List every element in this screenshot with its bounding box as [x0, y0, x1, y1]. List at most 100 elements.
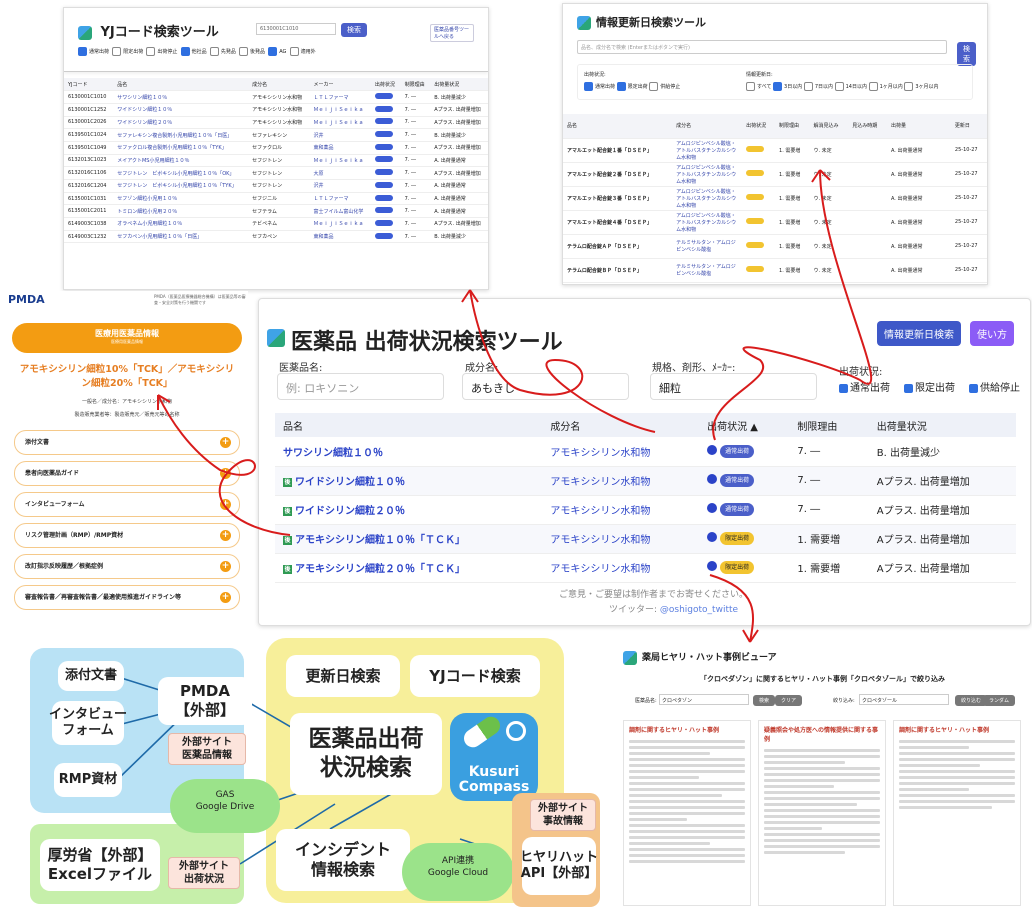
- status-pill: [374, 118, 393, 125]
- yj-filter-option[interactable]: 適用外: [289, 47, 316, 56]
- yj-filter-option[interactable]: AG: [268, 47, 286, 56]
- hy-drug-input[interactable]: クロペタゾン: [659, 693, 749, 705]
- twitter-link[interactable]: @oshigoto_twitte: [660, 605, 738, 615]
- hy-title: 薬局ヒヤリ・ハット事例ビューア: [642, 653, 777, 663]
- cloud-gas-label: GAS Google Drive: [195, 790, 255, 812]
- plus-icon: +: [220, 561, 231, 572]
- help-button[interactable]: 使い方: [970, 321, 1014, 346]
- table-row[interactable]: 6135001C1031 セフゾン細粒小児用１０％ セフジニル ＬＴＬファーマ 7. ―…: [64, 192, 488, 206]
- table-row[interactable]: 6135001C2011 トミロン細粒小児用２０％ セフテラム 富士フイルム富山化学 7…: [64, 204, 488, 219]
- ingredient-input[interactable]: あもきし: [462, 373, 629, 400]
- hiyari-viewer-window: 薬局ヒヤリ・ハット事例ビューア 「クロペダゾン」に関するヒヤリ・ハット事例「クロ…: [617, 646, 1028, 908]
- hy-filter-input[interactable]: クロペタゾール: [859, 693, 949, 705]
- table-row[interactable]: 6130001C2026 ワイドシリン細粒２０％ アモキシシリン水和物 ＭｅｉｊｉＳｅ…: [64, 116, 488, 130]
- yj-switch-button[interactable]: 医薬品番号ツールへ戻る: [430, 24, 474, 42]
- table-row[interactable]: 6130001C1010 サワシリン細粒１０％ アモキシシリン水和物 ＬＴＬファーマ 7…: [64, 90, 488, 104]
- drug-name-link[interactable]: サワシリン細粒１０％: [283, 448, 383, 459]
- form-input[interactable]: 細粒: [650, 373, 817, 400]
- drug-name-link[interactable]: ワイドシリン細粒２０％: [295, 506, 405, 517]
- drug-name-link[interactable]: ワイドシリン細粒１０％: [295, 477, 405, 488]
- yj-search-input[interactable]: 6130001C1010: [256, 23, 336, 35]
- status-pill: [746, 194, 765, 200]
- status-checkbox-limited[interactable]: 限定出荷: [904, 379, 955, 394]
- update-search-button[interactable]: 情報更新日検索: [877, 321, 961, 346]
- status-pill: [374, 105, 393, 112]
- col-header-volume[interactable]: 出荷量状況: [868, 413, 1016, 437]
- status-checkbox-stopped[interactable]: 供給停止: [969, 379, 1020, 394]
- app-icon-name: Kusuri Compass: [458, 764, 530, 795]
- yj-filter-option[interactable]: 限定出荷: [112, 47, 143, 56]
- jk-search-input[interactable]: 品名、成分名で検索 (Enterまたはボタンで実行): [577, 40, 947, 54]
- yj-header: YJコード検索ツール 6130001C1010 検索 医薬品番号ツールへ戻る 通…: [64, 8, 488, 72]
- table-row[interactable]: アマルエット配合錠４番「ＤＳＥＰ」 アムロジピンベシル酸塩・アトルバスタチンカルシ…: [563, 210, 987, 235]
- yj-filter-option[interactable]: 出荷停止: [146, 47, 177, 56]
- pmda-accordion-item[interactable]: 患者向医薬品ガイド +: [14, 461, 240, 486]
- table-row[interactable]: アマルエット配合錠２番「ＤＳＥＰ」 アムロジピンベシル酸塩・アトルバスタチンカルシ…: [563, 162, 987, 187]
- col-header: メーカー: [309, 78, 371, 92]
- pmda-accordion-item[interactable]: 審査報告書／再審査報告書／最適使用推進ガイドライン等 +: [14, 585, 240, 610]
- table-row[interactable]: アマルエット配合錠１番「ＤＳＥＰ」 アムロジピンベシル酸塩・アトルバスタチンカルシ…: [563, 138, 987, 163]
- yj-filter-option[interactable]: 先発品: [209, 47, 236, 56]
- hy-case-card[interactable]: 調剤に関するヒヤリ・ハット事例: [893, 720, 1021, 906]
- yj-code-tool-window: YJコード検索ツール 6130001C1010 検索 医薬品番号ツールへ戻る 通…: [63, 7, 489, 290]
- pmda-accordion-item[interactable]: 添付文書 +: [14, 430, 240, 455]
- yj-filter-option[interactable]: 後発品: [239, 47, 265, 56]
- table-row[interactable]: テラムロ配合錠ＡＰ「ＤＳＥＰ」 テルミサルタン・アムロジピンベシル酸塩 1. 需要増…: [563, 234, 987, 259]
- yj-result-table: YJコード 品名 成分名 メーカー 出荷状況 制限理由 出荷量状況 6130001C1010…: [64, 78, 488, 244]
- table-row[interactable]: 6132016C1204 セフジトレン ピボキシル小児用細粒１０％「TYK」 セフジ…: [64, 179, 488, 193]
- yj-search-button[interactable]: 検索: [341, 23, 367, 37]
- table-row[interactable]: 6149003C1038 オラペネム小児用細粒１０％ テビペネム ＭｅｉｊｉＳｅｉｋａ…: [64, 217, 488, 231]
- status-label: 出荷状況:: [839, 367, 883, 378]
- date-option[interactable]: 1ヶ月以内: [868, 82, 903, 91]
- drug-name-link[interactable]: アモキシシリン細粒２０％「ＴＣＫ」: [295, 564, 465, 575]
- status-checkbox-normal[interactable]: 通常出荷: [839, 379, 890, 394]
- col-header-ingredient[interactable]: 成分名: [542, 413, 700, 437]
- col-header-name[interactable]: 品名: [275, 413, 543, 437]
- hy-search-button[interactable]: 検索: [753, 694, 776, 706]
- col-header-status[interactable]: 出荷状況 ▲: [699, 413, 790, 437]
- table-header-row: YJコード 品名 成分名 メーカー 出荷状況 制限理由 出荷量状況: [64, 78, 488, 92]
- update-date-tool-window: 情報更新日検索ツール 品名、成分名で検索 (Enterまたはボタンで実行) 検索…: [562, 3, 988, 285]
- status-pill: [374, 143, 393, 150]
- status-option[interactable]: 供給停止: [649, 82, 680, 91]
- pmda-accordion-item[interactable]: インタビューフォーム +: [14, 492, 240, 517]
- date-option[interactable]: 3ヶ月以内: [904, 82, 939, 91]
- pmda-accordion-item[interactable]: 改訂指示反映履歴／根拠症例 +: [14, 554, 240, 579]
- table-row[interactable]: 6139501C1049 セファクロル複合製剤小児用細粒１０％「TYK」 セファクロ…: [64, 141, 488, 155]
- hy-case-card[interactable]: 疑義照会や処方医への情報提供に関する事例: [758, 720, 886, 906]
- status-badge: 限定出荷: [720, 561, 755, 574]
- col-header-reason[interactable]: 制限理由: [789, 413, 869, 437]
- date-option[interactable]: 3日以内: [773, 82, 802, 91]
- node-incident-search: インシデント 情報検索: [276, 829, 410, 891]
- volume-cell: Aプラス. 出荷量増加: [868, 466, 1016, 496]
- table-row[interactable]: 後アモキシシリン細粒２０％「ＴＣＫ」 アモキシシリン水和物 限定出荷 1. 需要増 Aプ…: [275, 553, 1016, 583]
- drug-name-input[interactable]: 例: ロキソニン: [277, 373, 444, 400]
- pmda-accordion-item[interactable]: リスク管理計画（RMP）/RMP資材 +: [14, 523, 240, 548]
- table-row[interactable]: サワシリン細粒１０％ アモキシシリン水和物 通常出荷 7. ― B. 出荷量減少: [275, 437, 1016, 467]
- hy-clear-button[interactable]: クリア: [775, 694, 803, 706]
- table-row[interactable]: 6149003C1232 セフカペン小児用細粒１０％「日医」 セフカペン 東和薬品 7.…: [64, 230, 488, 244]
- jk-search-button[interactable]: 検索: [957, 42, 976, 66]
- table-row[interactable]: 後アモキシシリン細粒１０％「ＴＣＫ」 アモキシシリン水和物 限定出荷 1. 需要増 Aプ…: [275, 524, 1016, 554]
- yj-filter-option[interactable]: 通常出荷: [78, 47, 109, 56]
- date-option[interactable]: 7日以内: [803, 82, 833, 91]
- yj-filter-option[interactable]: 他社品: [180, 47, 207, 56]
- hy-heading: 「クロペダゾン」に関するヒヤリ・ハット事例「クロペタゾール」で絞り込み: [700, 674, 945, 683]
- date-option[interactable]: 14日以内: [834, 82, 867, 91]
- table-row[interactable]: 6139501C1024 セファレキシン複合製剤小児用細粒１０％「日医」 セファレキ…: [64, 128, 488, 142]
- footer-text: ご意見・ご要望は制作者までお寄せください。: [559, 590, 749, 600]
- table-row[interactable]: テラムロ配合錠ＢＰ「ＤＳＥＰ」 テルミサルタン・アムロジピンベシル酸塩 1. 需要増…: [563, 258, 987, 283]
- hy-random-button[interactable]: ランダム: [983, 694, 1016, 706]
- hy-case-card[interactable]: 調剤に関するヒヤリ・ハット事例: [623, 720, 751, 906]
- table-row[interactable]: 6132013C1023 メイアクトMS小児用細粒１０％ セフジトレン ＭｅｉｊｉＳｅ…: [64, 154, 488, 168]
- table-row[interactable]: バルサルタン錠２０ｍｇ「日医」バルサルタン7. ―Aプラス. 出荷量増加25-1…: [563, 282, 987, 284]
- table-row[interactable]: 6132016C1106 セフジトレン ピボキシル小児用細粒１０％「OK」 セフジト…: [64, 166, 488, 180]
- drug-name-link[interactable]: アモキシシリン細粒１０％「ＴＣＫ」: [295, 535, 465, 546]
- status-option[interactable]: 限定出荷: [616, 82, 648, 91]
- table-row[interactable]: 後ワイドシリン細粒１０％ アモキシシリン水和物 通常出荷 7. ― Aプラス. 出荷量増…: [275, 466, 1016, 496]
- status-option[interactable]: 通常出荷: [584, 82, 615, 91]
- date-option[interactable]: すべて: [746, 82, 771, 91]
- table-row[interactable]: 6130001C1252 ワイドシリン細粒１０％ アモキシシリン水和物 ＭｅｉｊｉＳｅ…: [64, 103, 488, 117]
- table-row[interactable]: アマルエット配合錠３番「ＤＳＥＰ」 アムロジピンベシル酸塩・アトルバスタチンカルシ…: [563, 186, 987, 211]
- table-row[interactable]: 後ワイドシリン細粒２０％ アモキシシリン水和物 通常出荷 7. ― Aプラス. 出荷量増…: [275, 495, 1016, 525]
